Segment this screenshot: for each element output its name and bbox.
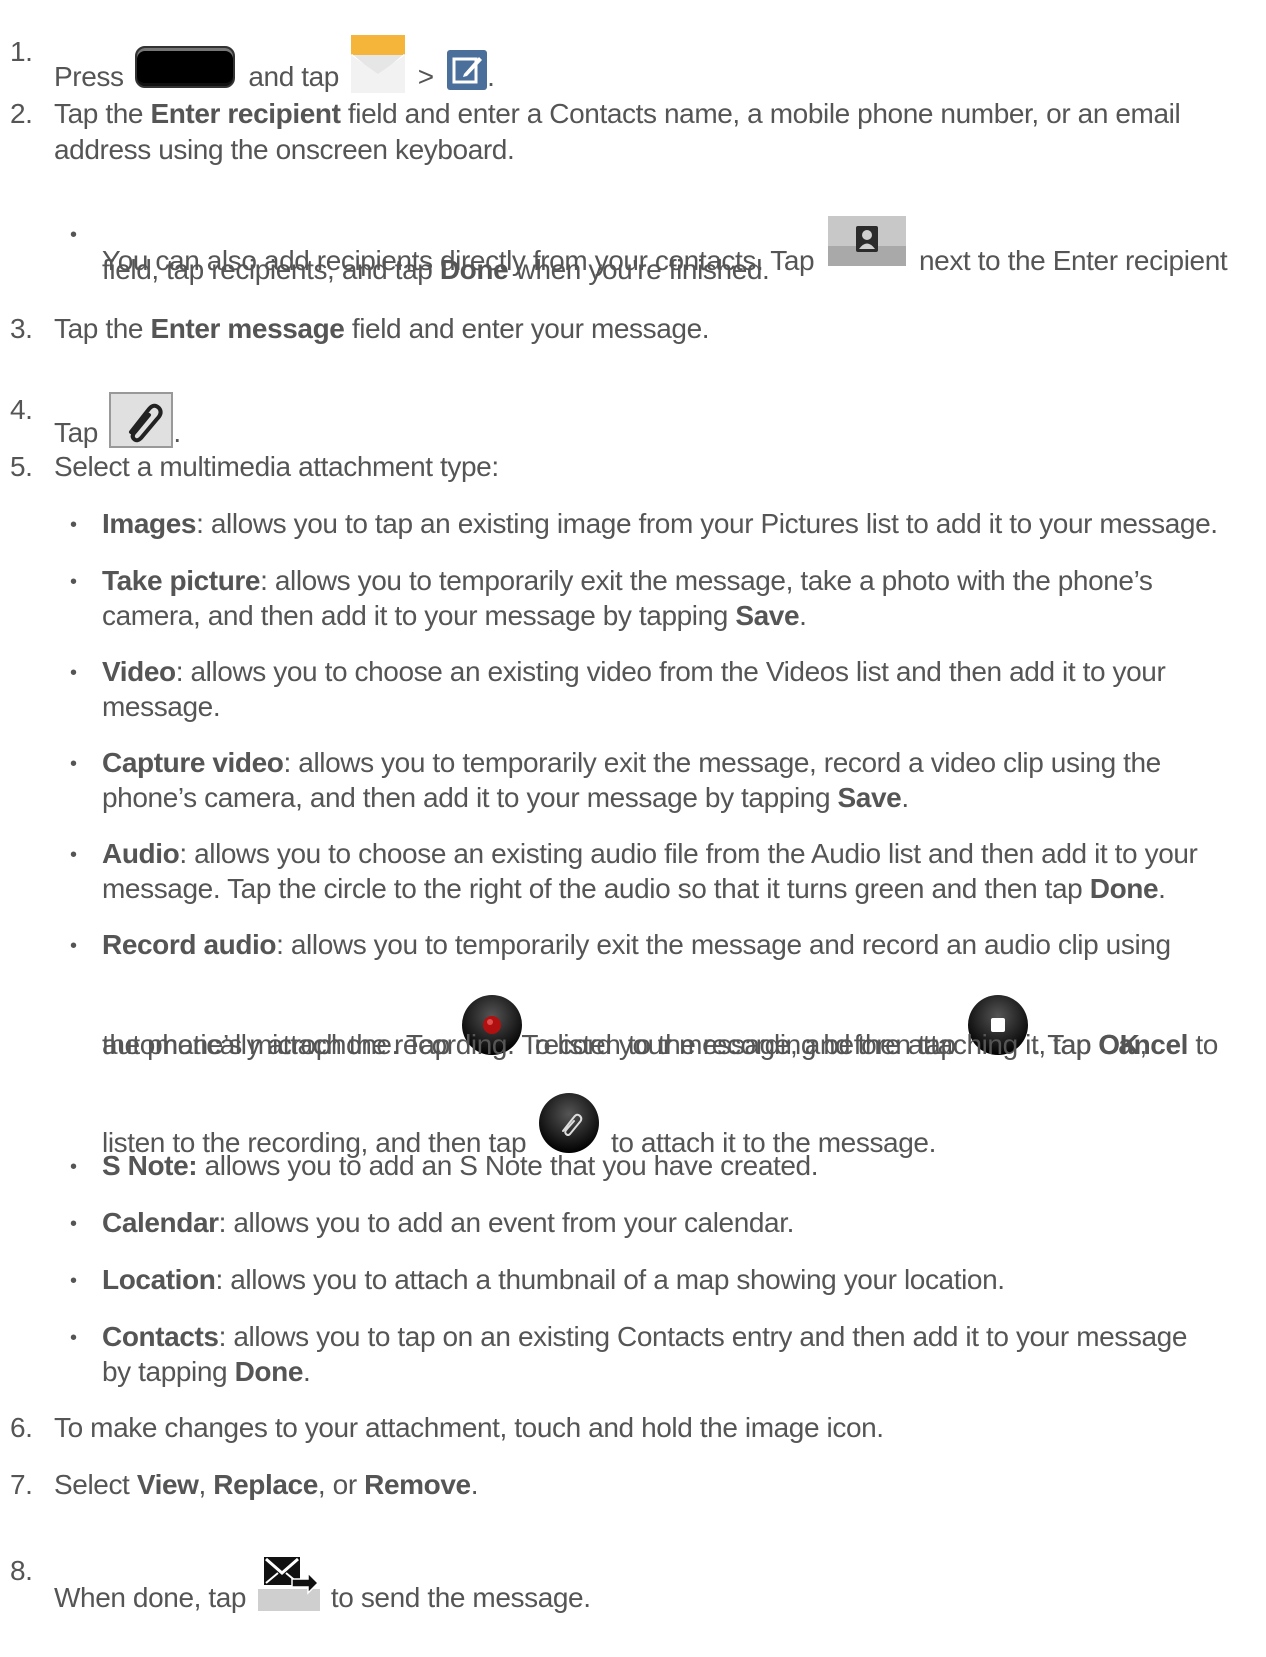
step-text: To make changes to your attachment, touc… bbox=[54, 1412, 884, 1443]
bullet-text: allows you to add an S Note that you hav… bbox=[204, 1150, 819, 1181]
step-text: Tap the bbox=[54, 313, 144, 344]
bold-term: Take picture bbox=[102, 565, 261, 596]
bold-term: Save bbox=[735, 600, 800, 631]
bullet-text: , bbox=[1139, 1029, 1147, 1060]
bold-term: OK bbox=[1098, 1029, 1140, 1060]
bullet-text: : allows you to tap an existing image fr… bbox=[196, 508, 1218, 539]
bold-term: Capture video bbox=[102, 747, 284, 778]
step-2-bullet-continuation: field, tap recipients, and tap Done when… bbox=[102, 252, 770, 288]
bullet-text: : allows you to add an event from your c… bbox=[218, 1207, 795, 1238]
bullet: • bbox=[70, 935, 77, 957]
step-text: . bbox=[173, 417, 181, 448]
bold-term: Calendar bbox=[102, 1207, 219, 1238]
bold-term: Enter recipient bbox=[150, 98, 341, 129]
bullet: • bbox=[70, 844, 77, 866]
bullet-text: : allows you to attach a thumbnail of a … bbox=[215, 1264, 1005, 1295]
step-text: Select bbox=[54, 1469, 130, 1500]
bullet: • bbox=[70, 1327, 77, 1349]
bullet: • bbox=[70, 662, 77, 684]
bold-term: Contacts bbox=[102, 1321, 219, 1352]
bullet-text: automatically attach the recording. To l… bbox=[102, 1029, 1091, 1060]
instruction-document: 1. Press and tap > . 2. Tap the Enter re… bbox=[0, 0, 1266, 1657]
bullet: • bbox=[70, 224, 77, 246]
attachment-capture-video-continuation: phone’s camera, and then add it to your … bbox=[102, 780, 909, 816]
bullet-text: phone’s camera, and then add it to your … bbox=[102, 782, 831, 813]
bullet-text: next to the Enter recipient bbox=[918, 245, 1228, 276]
step-number: 1. bbox=[10, 36, 33, 67]
bullet-text: . bbox=[799, 600, 807, 631]
step-number: 6. bbox=[10, 1412, 33, 1443]
bold-term: Replace bbox=[213, 1469, 318, 1500]
bold-term: S Note: bbox=[102, 1150, 198, 1181]
step-text: Tap the bbox=[54, 98, 144, 129]
attachment-take-picture-continuation: camera, and then add it to your message … bbox=[102, 598, 807, 634]
compose-icon bbox=[447, 50, 488, 90]
bold-term: Remove bbox=[364, 1469, 471, 1500]
bullet-text: to bbox=[1195, 1029, 1218, 1060]
bullet-text: field, tap recipients, and tap bbox=[102, 254, 433, 285]
step-number: 5. bbox=[10, 451, 33, 482]
attachment-audio-continuation: message. Tap the circle to the right of … bbox=[102, 871, 1166, 907]
bullet: • bbox=[70, 1156, 77, 1178]
bullet-text: camera, and then add it to your message … bbox=[102, 600, 728, 631]
bold-term: Record audio bbox=[102, 929, 277, 960]
attach-recording-icon bbox=[538, 1093, 599, 1153]
bullet-text: by tapping bbox=[102, 1356, 228, 1387]
bullet-text: : allows you to temporarily exit the mes… bbox=[276, 929, 1171, 960]
bullet-text: : allows you to tap on an existing Conta… bbox=[218, 1321, 1188, 1352]
bullet-text: : allows you to choose an existing audio… bbox=[179, 838, 1198, 869]
bold-term: Done bbox=[1089, 873, 1159, 904]
bold-term: Video bbox=[102, 656, 176, 687]
bold-term: Audio bbox=[102, 838, 180, 869]
step-text: . bbox=[487, 61, 495, 92]
contacts-icon bbox=[827, 216, 906, 266]
step-2-continuation: address using the onscreen keyboard. bbox=[54, 134, 515, 165]
attachment-record-audio-line-3: automatically attach the recording. To l… bbox=[102, 1027, 1147, 1063]
attachment-contacts-continuation: by tapping Done. bbox=[102, 1354, 311, 1390]
bold-term: Save bbox=[837, 782, 902, 813]
step-text: , or bbox=[317, 1469, 357, 1500]
bold-term: Location bbox=[102, 1264, 216, 1295]
step-text: > bbox=[417, 61, 434, 92]
step-text: to send the message. bbox=[330, 1582, 591, 1613]
messaging-envelope-icon bbox=[350, 35, 407, 93]
step-text: Select a multimedia attachment type: bbox=[54, 451, 499, 482]
bold-term: Done bbox=[439, 254, 509, 285]
step-text: and tap bbox=[248, 61, 339, 92]
step-number: 4. bbox=[10, 394, 33, 425]
bold-term: Enter message bbox=[150, 313, 345, 344]
bold-term: View bbox=[136, 1469, 199, 1500]
bold-term: Done bbox=[234, 1356, 304, 1387]
bullet: • bbox=[70, 753, 77, 775]
step-text: . bbox=[470, 1469, 479, 1500]
bullet-text: . bbox=[901, 782, 909, 813]
step-number: 8. bbox=[10, 1555, 33, 1586]
step-text: field and enter a Contacts name, a mobil… bbox=[347, 98, 1181, 129]
step-text: field and enter your message. bbox=[351, 313, 710, 344]
bullet-text: when you're finished. bbox=[515, 254, 770, 285]
step-text: Press bbox=[54, 61, 124, 92]
attach-paperclip-icon bbox=[109, 392, 174, 448]
home-key-icon bbox=[134, 46, 235, 88]
bullet-text: . bbox=[303, 1356, 311, 1387]
bullet-text: : allows you to choose an existing video… bbox=[175, 656, 1166, 687]
step-text: Tap bbox=[54, 417, 98, 448]
bullet-text: message. Tap the circle to the right of … bbox=[102, 873, 1083, 904]
bullet: • bbox=[70, 571, 77, 593]
bullet: • bbox=[70, 514, 77, 536]
bullet: • bbox=[70, 1270, 77, 1292]
attachment-video-continuation: message. bbox=[102, 691, 221, 722]
bullet: • bbox=[70, 1213, 77, 1235]
bullet-text: . bbox=[1158, 873, 1166, 904]
send-message-icon bbox=[257, 1553, 320, 1611]
step-text: When done, tap bbox=[54, 1582, 247, 1613]
bullet-text: : allows you to temporarily exit the mes… bbox=[260, 565, 1153, 596]
step-text: , bbox=[198, 1469, 207, 1500]
bold-term: Images bbox=[102, 508, 197, 539]
step-number: 7. bbox=[10, 1469, 33, 1500]
bullet-text: : allows you to temporarily exit the mes… bbox=[283, 747, 1162, 778]
step-number: 3. bbox=[10, 313, 33, 344]
step-number: 2. bbox=[10, 98, 33, 129]
